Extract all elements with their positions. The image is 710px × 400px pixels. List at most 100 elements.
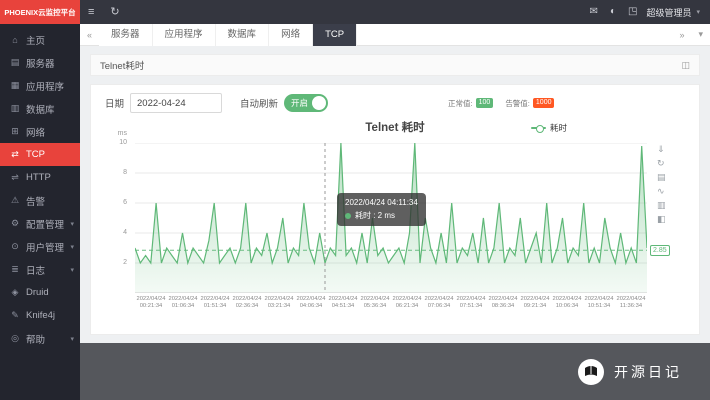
tabs-scroll-right-icon[interactable]: »: [672, 30, 691, 40]
date-label: 日期: [105, 96, 124, 110]
y-axis-unit: ms: [118, 130, 127, 137]
bar-chart-icon[interactable]: ▥: [657, 201, 666, 210]
sidebar-item-druid[interactable]: ◈ Druid: [0, 281, 80, 304]
threshold-label: 告警值:: [505, 98, 530, 109]
chevron-down-icon: ▾: [694, 8, 710, 16]
sidebar-item-label: 告警: [26, 194, 74, 208]
chart-toolbox: ⇓ ↻ ▤ ∿ ▥ ◧: [657, 145, 666, 224]
sidebar-item-knife4j[interactable]: ✎ Knife4j: [0, 304, 80, 327]
footer: 开源日记: [80, 343, 710, 400]
save-image-icon[interactable]: ⇓: [657, 145, 666, 154]
sidebar-item-label: 配置管理: [26, 217, 70, 231]
topbar-right-icons: ✉◐◳: [584, 0, 644, 24]
x-axis: 2022/04/2400:21:342022/04/2401:06:34 2022…: [135, 296, 647, 310]
help-icon: ◎: [9, 333, 21, 344]
sidebar-item-label: HTTP: [26, 172, 74, 183]
x-axis-label: 2022/04/2405:36:34: [359, 296, 391, 310]
chart-svg: [135, 143, 647, 293]
fullscreen-icon[interactable]: ◳: [622, 0, 643, 24]
sidebar-item-label: 帮助: [26, 332, 70, 346]
sidebar-item-users[interactable]: ⊙用户管理▾: [0, 235, 80, 258]
legend-marker-icon: [531, 127, 546, 129]
x-axis-label: 2022/04/2410:51:34: [583, 296, 615, 310]
app-icon: ▦: [9, 80, 21, 91]
main-area: « 服务器应用程序数据库网络TCP » ▾ Telnet耗时 ◫ 日期: [80, 24, 710, 400]
y-axis-label: 2: [123, 259, 127, 266]
chart-title: Telnet 耗时: [365, 119, 424, 135]
user-menu[interactable]: 超级管理员: [643, 6, 694, 19]
sidebar-item-label: 主页: [26, 33, 74, 47]
y-axis-label: 10: [119, 139, 127, 146]
sidebar-item-app[interactable]: ▦应用程序: [0, 74, 80, 97]
chart-plot[interactable]: [135, 143, 647, 293]
controls-row: 日期 自动刷新 开启 正常值:100 告警值:1000: [105, 93, 685, 113]
x-axis-label: 2022/04/2401:06:34: [167, 296, 199, 310]
chevron-down-icon: ▾: [70, 335, 74, 343]
config-icon: ⚙: [9, 218, 21, 229]
chevron-down-icon: ▾: [70, 266, 74, 274]
sidebar-item-database[interactable]: ▥数据库: [0, 97, 80, 120]
sidebar-item-network[interactable]: ⊞网络: [0, 120, 80, 143]
line-chart-icon[interactable]: ∿: [657, 187, 666, 196]
chevron-down-icon: ▾: [70, 243, 74, 251]
druid-icon: ◈: [9, 287, 21, 298]
knife4j-icon: ✎: [9, 310, 21, 321]
kaiyuan-diary-logo: [578, 359, 604, 385]
chart-area: Telnet 耗时 耗时 ms246810 2022/04/24: [105, 119, 685, 332]
sidebar-item-label: 服务器: [26, 56, 74, 70]
tab-item[interactable]: 应用程序: [153, 24, 216, 46]
data-view-icon[interactable]: ▤: [657, 173, 666, 182]
message-icon[interactable]: ✉: [584, 0, 604, 24]
sidebar-item-server[interactable]: ▤服务器: [0, 51, 80, 74]
sidebar-item-label: 数据库: [26, 102, 74, 116]
x-axis-label: 2022/04/2400:21:34: [135, 296, 167, 310]
y-axis-label: 6: [123, 199, 127, 206]
panel-icon[interactable]: ◫: [681, 60, 690, 71]
refresh-icon[interactable]: ↻: [102, 0, 127, 24]
threshold-label: 正常值:: [448, 98, 473, 109]
tab-item[interactable]: 网络: [269, 24, 313, 46]
x-axis-label: 2022/04/2408:36:34: [487, 296, 519, 310]
tcp-icon: ⇄: [9, 149, 21, 160]
sidebar-item-label: Knife4j: [26, 310, 74, 321]
restore-icon[interactable]: ↻: [657, 159, 666, 168]
content: Telnet耗时 ◫ 日期 自动刷新 开启 正常值:100告警值:1000: [80, 46, 710, 343]
alert-icon: ⚠: [9, 195, 21, 206]
sidebar-item-label: Druid: [26, 287, 74, 298]
theme-icon[interactable]: ◐: [604, 0, 622, 24]
sidebar-item-logs[interactable]: ≣ 日志▾: [0, 258, 80, 281]
tab-item[interactable]: TCP: [313, 24, 357, 46]
home-icon: ⌂: [9, 35, 21, 45]
chart-legend[interactable]: 耗时: [531, 122, 567, 134]
sidebar-item-help[interactable]: ◎ 帮助▾: [0, 327, 80, 350]
average-marker: 2.85: [650, 245, 670, 256]
tab-item[interactable]: 服务器: [99, 24, 153, 46]
zoom-icon[interactable]: ◧: [657, 215, 666, 224]
threshold-chip: 告警值:1000: [505, 98, 554, 109]
sidebar-item-alert[interactable]: ⚠ 告警: [0, 189, 80, 212]
x-axis-label: 2022/04/2409:21:34: [519, 296, 551, 310]
network-icon: ⊞: [9, 126, 21, 137]
auto-refresh-label: 自动刷新: [240, 96, 278, 110]
app-logo: PHOENIX云监控平台: [0, 0, 80, 24]
chart-header: Telnet 耗时 耗时: [105, 119, 685, 135]
sidebar-item-http[interactable]: ⇌HTTP: [0, 166, 80, 189]
sidebar-item-tcp[interactable]: ⇄TCP: [0, 143, 80, 166]
sidebar-item-config[interactable]: ⚙配置管理▾: [0, 212, 80, 235]
app-root: PHOENIX云监控平台 ≡↻ ✉◐◳ 超级管理员 ▾ ⌂主页▤服务器▦应用程序…: [0, 0, 710, 400]
legend-label: 耗时: [550, 122, 567, 134]
y-axis: ms246810: [105, 143, 131, 293]
topbar-right: ✉◐◳ 超级管理员 ▾: [584, 0, 710, 24]
tabs-menu-icon[interactable]: ▾: [691, 29, 710, 40]
tab-item[interactable]: 数据库: [216, 24, 270, 46]
tabs-scroll-left-icon[interactable]: «: [80, 30, 99, 40]
logs-icon: ≣: [9, 264, 21, 275]
hamburger-icon[interactable]: ≡: [80, 0, 102, 24]
toggle-knob: [312, 96, 326, 110]
threshold-value: 1000: [533, 98, 555, 108]
sidebar-item-label: 日志: [26, 263, 70, 277]
threshold-chip: 正常值:100: [448, 98, 493, 109]
date-input[interactable]: [130, 93, 222, 113]
auto-refresh-toggle[interactable]: 开启: [284, 94, 328, 112]
sidebar-item-home[interactable]: ⌂ 主页: [0, 28, 80, 51]
